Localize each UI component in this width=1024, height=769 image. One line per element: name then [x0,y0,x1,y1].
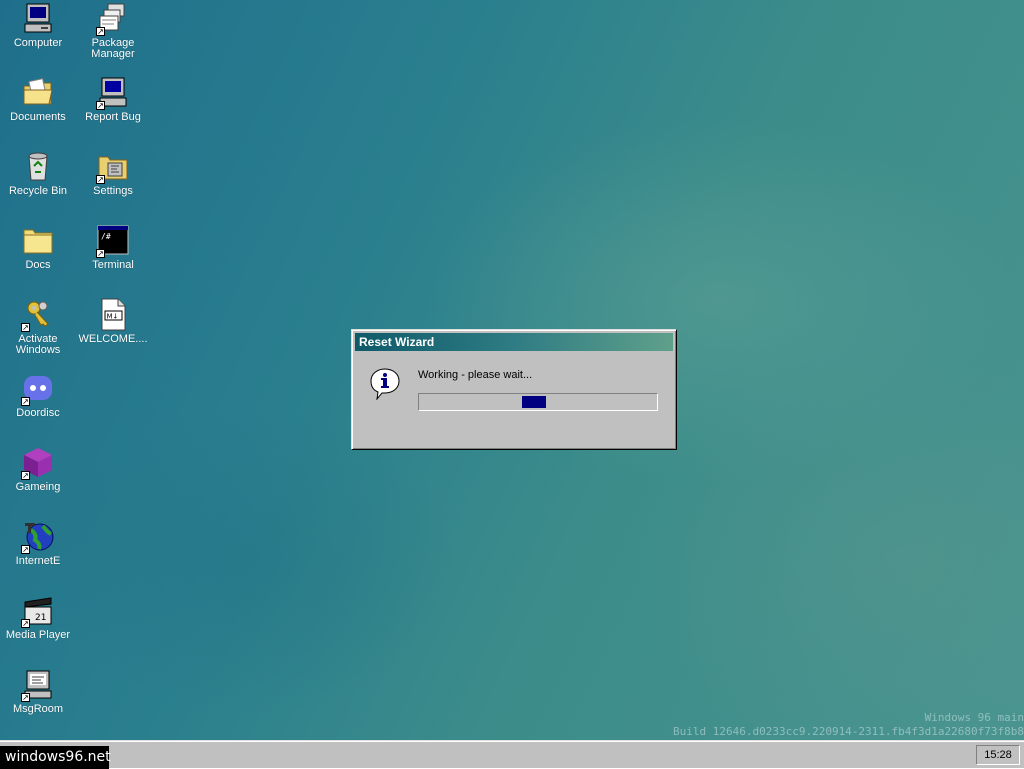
icon-label: InternetE [15,555,61,567]
computer-icon [21,2,55,36]
icon-label: Terminal [92,259,134,271]
terminal-icon: /# ↗ [96,224,130,258]
shortcut-arrow-icon: ↗ [21,397,30,406]
shortcut-arrow-icon: ↗ [21,545,30,554]
shortcut-arrow-icon: ↗ [21,619,30,628]
icon-label: Doordisc [16,407,60,419]
system-tray-clock[interactable]: 15:28 [976,745,1020,765]
shortcut-arrow-icon: ↗ [96,27,105,36]
watermark-line-1: Windows 96 main [924,711,1024,724]
icon-label: Gameing [15,481,61,493]
icon-label: Recycle Bin [8,185,68,197]
taskbar: windows96.net 15:28 [0,740,1024,769]
desktop-icon-doordisc[interactable]: ↗ Doordisc [1,372,75,419]
gameing-cube-icon: ↗ [21,446,55,480]
desktop-icon-recycle-bin[interactable]: Recycle Bin [1,150,75,197]
reset-wizard-dialog[interactable]: Reset Wizard Working - please wait... [351,329,677,450]
desktop-icon-activate-windows[interactable]: ↗ Activate Windows [1,298,75,356]
desktop-icon-gameing[interactable]: ↗ Gameing [1,446,75,493]
dialog-message: Working - please wait... [418,369,533,381]
folder-icon [21,224,55,258]
desktop-icon-msgroom[interactable]: ↗ MsgRoom [1,668,75,715]
desktop-icon-settings[interactable]: ↗ Settings [76,150,150,197]
icon-label: Media Player [5,629,71,641]
icon-label: WELCOME.... [78,333,148,345]
shortcut-arrow-icon: ↗ [96,101,105,110]
icon-label: Docs [25,259,51,271]
package-manager-icon: ↗ [96,2,130,36]
svg-text:21: 21 [35,613,46,623]
icon-label: Settings [93,185,133,197]
doordisc-icon: ↗ [21,372,55,406]
keys-icon: ↗ [21,298,55,332]
watermark-line-2: Build 12646.d0233cc9.220914-2311.fb4f3d1… [673,725,1024,738]
icon-label: Documents [10,111,66,123]
clapperboard-icon: 21 ↗ [21,594,55,628]
markdown-file-icon: M↓ [96,298,130,332]
progress-indicator [522,396,546,408]
shortcut-arrow-icon: ↗ [96,175,105,184]
shortcut-arrow-icon: ↗ [21,323,30,332]
dialog-titlebar[interactable]: Reset Wizard [355,333,673,351]
svg-text:M↓: M↓ [107,313,119,321]
start-button[interactable]: windows96.net [0,746,111,769]
recycle-bin-icon [21,150,55,184]
dialog-title: Reset Wizard [359,335,435,349]
desktop-icon-media-player[interactable]: 21 ↗ Media Player [1,594,75,641]
icon-label: Report Bug [85,111,141,123]
desktop-icon-internete[interactable]: ↗ InternetE [1,520,75,567]
info-icon [370,368,400,401]
icon-label: Activate Windows [15,333,61,356]
settings-folder-icon: ↗ [96,150,130,184]
report-bug-computer-icon: ↗ [96,76,130,110]
icon-label: Package Manager [91,37,135,60]
desktop-icon-welcome[interactable]: M↓ WELCOME.... [76,298,150,345]
shortcut-arrow-icon: ↗ [21,693,30,702]
icon-label: MsgRoom [12,703,64,715]
desktop-icon-documents[interactable]: Documents [1,76,75,123]
progress-bar [418,393,658,411]
svg-text:/#: /# [101,232,111,241]
folder-documents-icon [21,76,55,110]
desktop-icon-report-bug[interactable]: ↗ Report Bug [76,76,150,123]
build-watermark: Windows 96 main Build 12646.d0233cc9.220… [673,711,1024,739]
shortcut-arrow-icon: ↗ [96,249,105,258]
shortcut-arrow-icon: ↗ [21,471,30,480]
desktop-icon-docs[interactable]: Docs [1,224,75,271]
icon-label: Computer [13,37,63,49]
desktop-icon-package-manager[interactable]: ↗ Package Manager [76,2,150,60]
desktop-icon-terminal[interactable]: /# ↗ Terminal [76,224,150,271]
msgroom-icon: ↗ [21,668,55,702]
desktop-icon-computer[interactable]: Computer [1,2,75,49]
globe-icon: ↗ [21,520,55,554]
